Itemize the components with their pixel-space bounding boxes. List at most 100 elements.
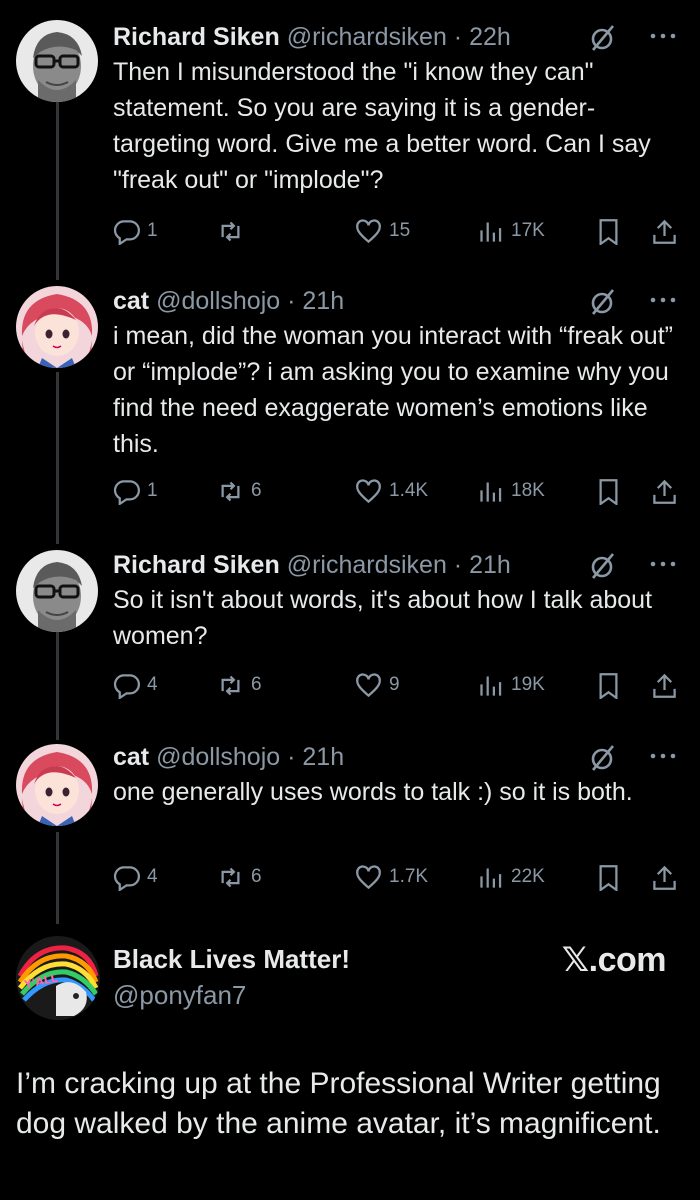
repost-arrows-icon — [221, 675, 240, 695]
like-count: 1.7K — [389, 866, 429, 887]
share-upload-icon — [653, 219, 676, 244]
heart-icon — [356, 218, 381, 243]
like-button[interactable]: 1.7K — [355, 860, 428, 894]
tweet-text: i mean, did the woman you interact with … — [113, 322, 673, 458]
tweet-header: Richard Siken @richardsiken · 21h — [113, 548, 680, 582]
repost-button[interactable]: 6 — [217, 668, 262, 702]
reply-count: 4 — [147, 674, 158, 695]
bar-chart-icon — [480, 482, 502, 502]
display-name[interactable]: cat — [113, 743, 149, 771]
display-name[interactable]: Richard Siken — [113, 23, 280, 51]
like-button[interactable]: 1.4K — [355, 474, 428, 508]
tweet-actions: 1 15 17K — [113, 214, 693, 248]
separator-dot: · — [287, 287, 296, 315]
pony-avatar-image: Y'ALL — [16, 936, 100, 1020]
tweet-header: Richard Siken @richardsiken · 22h — [113, 20, 680, 54]
avatar[interactable] — [16, 286, 98, 368]
grok-slash-icon[interactable] — [590, 745, 616, 771]
share-upload-icon — [653, 479, 676, 504]
man-avatar-image — [16, 20, 98, 102]
view-count: 19K — [511, 674, 545, 695]
share-button[interactable] — [651, 668, 678, 702]
views-button[interactable]: 19K — [477, 668, 545, 702]
repost-button[interactable]: 6 — [217, 860, 262, 894]
bookmark-button[interactable] — [595, 668, 622, 702]
reply-button[interactable]: 1 — [113, 474, 158, 508]
heart-icon — [356, 864, 381, 889]
like-button[interactable]: 9 — [355, 668, 400, 702]
username[interactable]: @dollshojo — [156, 743, 280, 771]
man-avatar-image — [16, 550, 98, 632]
reply-button[interactable]: 1 — [113, 214, 158, 248]
timestamp[interactable]: 21h — [302, 287, 344, 315]
username[interactable]: @dollshojo — [156, 287, 280, 315]
views-button[interactable]: 22K — [477, 860, 545, 894]
display-name[interactable]: Richard Siken — [113, 551, 280, 579]
separator-dot: · — [287, 743, 296, 771]
tweet-actions: 1 6 1.4K 18K — [113, 474, 693, 508]
timestamp[interactable]: 21h — [302, 743, 344, 771]
grok-slash-icon[interactable] — [590, 553, 616, 579]
share-upload-icon — [653, 673, 676, 698]
reply-count: 1 — [147, 480, 158, 501]
share-upload-icon — [653, 865, 676, 890]
repost-button[interactable] — [217, 214, 251, 248]
tweet-header: cat @dollshojo · 21h — [113, 740, 680, 774]
reply-button[interactable]: 4 — [113, 668, 158, 702]
tweet-text: Then I misunderstood the "i know they ca… — [113, 58, 651, 194]
thread-line — [56, 372, 59, 544]
thread-line — [56, 616, 59, 740]
repost-count: 6 — [251, 866, 262, 887]
view-count: 17K — [511, 220, 545, 241]
bookmark-button[interactable] — [595, 860, 622, 894]
tweet-actions: 4 6 9 19K — [113, 668, 693, 702]
share-button[interactable] — [651, 214, 678, 248]
tweet-header: cat @dollshojo · 21h — [113, 284, 680, 318]
more-dots-icon[interactable] — [648, 743, 678, 769]
grok-slash-icon[interactable] — [590, 25, 616, 51]
quoted-display-name[interactable]: Black Lives Matter! — [113, 944, 350, 975]
tweet-actions: 4 6 1.7K 22K — [113, 860, 693, 894]
bar-chart-icon — [480, 868, 502, 888]
reply-count: 4 — [147, 866, 158, 887]
views-button[interactable]: 17K — [477, 214, 545, 248]
like-button[interactable]: 15 — [355, 214, 410, 248]
bookmark-button[interactable] — [595, 214, 622, 248]
views-button[interactable]: 18K — [477, 474, 545, 508]
thread-line — [56, 98, 59, 280]
avatar[interactable]: Y'ALL — [16, 936, 100, 1020]
avatar[interactable] — [16, 20, 98, 102]
tweet-text: one generally uses words to talk :) so i… — [113, 778, 633, 806]
username[interactable]: @richardsiken — [287, 551, 447, 579]
bar-chart-icon — [480, 676, 502, 696]
avatar[interactable] — [16, 744, 98, 826]
heart-icon — [356, 672, 381, 697]
separator-dot: · — [453, 23, 463, 51]
repost-button[interactable]: 6 — [217, 474, 262, 508]
more-dots-icon[interactable] — [648, 287, 678, 313]
quoted-username[interactable]: @ponyfan7 — [113, 980, 246, 1011]
grok-slash-icon[interactable] — [590, 289, 616, 315]
bar-chart-icon — [480, 222, 502, 242]
speech-bubble-icon — [113, 219, 140, 245]
repost-arrows-icon — [221, 867, 240, 887]
view-count: 18K — [511, 480, 545, 501]
heart-icon — [356, 478, 381, 503]
reply-button[interactable]: 4 — [113, 860, 158, 894]
username[interactable]: @richardsiken — [287, 23, 447, 51]
timestamp[interactable]: 22h — [469, 23, 511, 51]
share-button[interactable] — [651, 860, 678, 894]
thread-screenshot: Richard Siken @richardsiken · 22h Then I… — [0, 0, 700, 1200]
timestamp[interactable]: 21h — [469, 551, 511, 579]
bookmark-button[interactable] — [595, 474, 622, 508]
more-dots-icon[interactable] — [648, 551, 678, 577]
view-count: 22K — [511, 866, 545, 887]
more-dots-icon[interactable] — [648, 23, 678, 49]
display-name[interactable]: cat — [113, 287, 149, 315]
repost-arrows-icon — [221, 481, 240, 501]
avatar[interactable] — [16, 550, 98, 632]
repost-count: 6 — [251, 480, 262, 501]
tweet-text: So it isn't about words, it's about how … — [113, 586, 653, 650]
bookmark-icon — [599, 218, 618, 245]
share-button[interactable] — [651, 474, 678, 508]
